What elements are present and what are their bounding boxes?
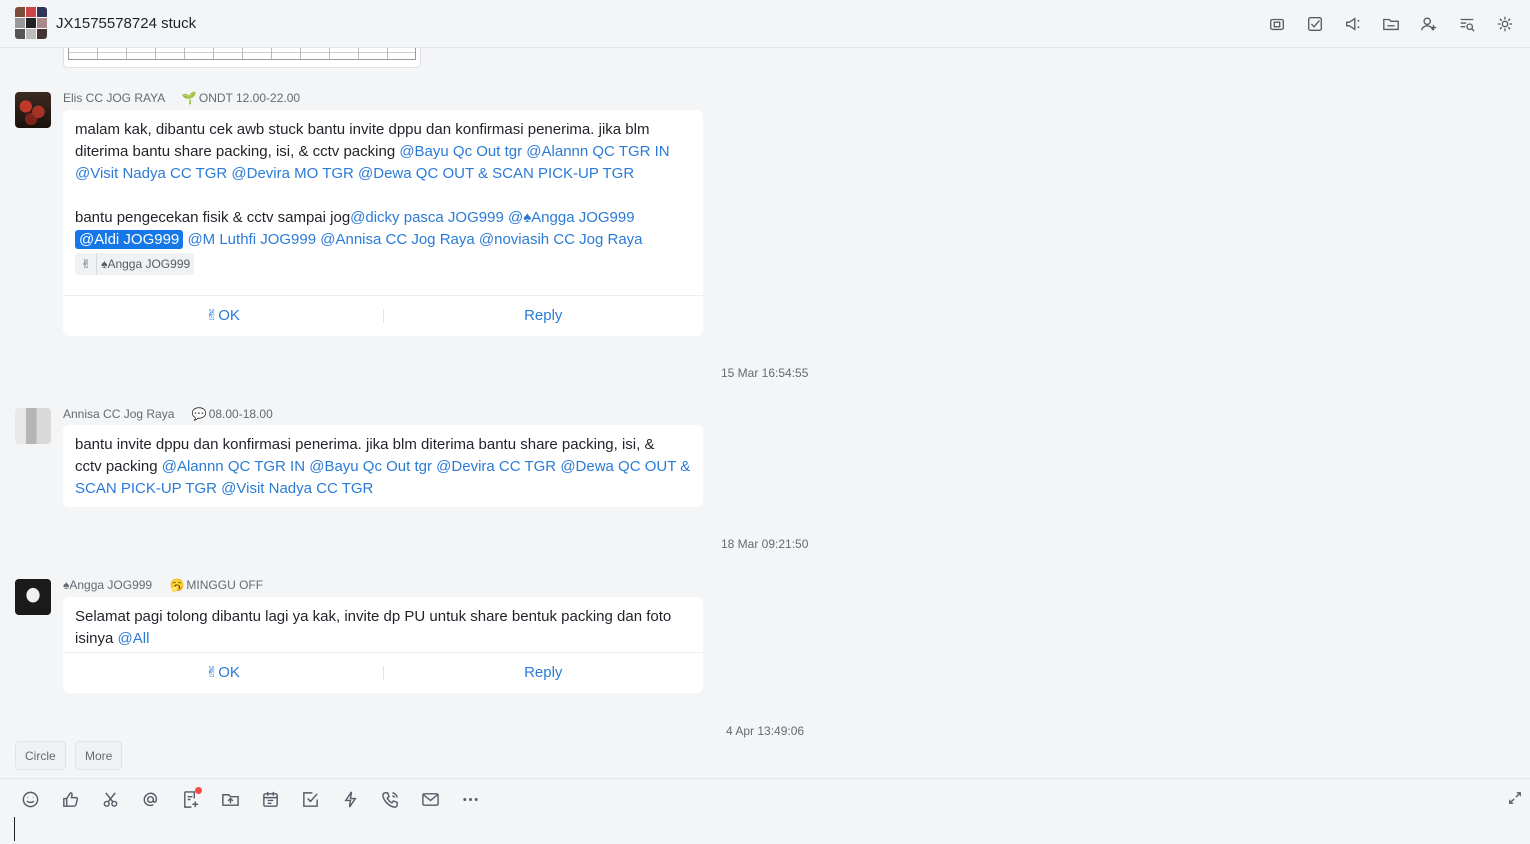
message-bubble[interactable]: malam kak, dibantu cek awb stuck bantu i…: [63, 110, 703, 336]
mention[interactable]: @Alannn QC TGR IN: [162, 458, 305, 475]
mention[interactable]: @♠Angga JOG999: [508, 209, 635, 226]
mention[interactable]: @Visit Nadya CC TGR: [75, 165, 227, 182]
message-actions: ✌OK Reply: [63, 652, 703, 693]
more-button[interactable]: More: [75, 741, 123, 770]
sender-name: Annisa CC Jog Raya 💬 08.00-18.00: [63, 407, 273, 421]
victory-hand-icon: ✌: [79, 253, 98, 275]
text-line: malam kak, dibantu cek awb stuck bantu i…: [75, 121, 650, 138]
mention[interactable]: @Dewa QC OUT &: [560, 458, 690, 475]
folder-icon[interactable]: [1372, 12, 1410, 36]
more-icon[interactable]: [450, 787, 490, 811]
sender-label[interactable]: Annisa CC Jog Raya: [63, 407, 174, 421]
reply-button[interactable]: Reply: [384, 662, 704, 684]
status-badge: 🌱 ONDT 12.00-22.00: [182, 91, 300, 105]
task-check-icon[interactable]: [290, 787, 330, 811]
ok-button[interactable]: ✌OK: [63, 305, 383, 327]
mention[interactable]: @Dewa QC OUT & SCAN PICK-UP TGR: [358, 165, 634, 182]
mention[interactable]: @Devira MO TGR: [231, 165, 353, 182]
sender-name: Elis CC JOG RAYA 🌱 ONDT 12.00-22.00: [63, 91, 300, 105]
timestamp: 4 Apr 13:49:06: [726, 724, 805, 738]
message-actions: ✌OK Reply: [63, 295, 703, 336]
mention[interactable]: @Bayu Qc Out tgr: [399, 143, 522, 160]
settings-icon[interactable]: [1486, 12, 1524, 36]
doc-icon[interactable]: [170, 787, 210, 811]
status-text: ONDT 12.00-22.00: [198, 91, 301, 105]
timestamp: 18 Mar 09:21:50: [721, 537, 809, 551]
message-bubble[interactable]: bantu invite dppu dan konfirmasi penerim…: [63, 425, 703, 507]
status-text: MINGGU OFF: [186, 578, 264, 592]
calendar-icon[interactable]: [250, 787, 290, 811]
avatar[interactable]: [15, 92, 51, 128]
circle-button[interactable]: Circle: [15, 741, 66, 770]
text-line: diterima bantu share packing, isi, & cct…: [75, 143, 400, 160]
message-text: malam kak, dibantu cek awb stuck bantu i…: [63, 110, 703, 251]
speech-bubble-icon: 💬: [191, 407, 207, 421]
lightning-icon[interactable]: [330, 787, 370, 811]
status-badge: 💬 08.00-18.00: [192, 407, 273, 421]
mention[interactable]: @dicky pasca JOG999: [350, 209, 504, 226]
message-input[interactable]: [14, 817, 1504, 841]
like-icon[interactable]: [50, 787, 90, 811]
sender-label[interactable]: ♠Angga JOG999: [63, 578, 152, 592]
ok-button[interactable]: ✌OK: [63, 662, 383, 684]
message-list[interactable]: Elis CC JOG RAYA 🌱 ONDT 12.00-22.00 malam…: [0, 48, 1530, 778]
mention[interactable]: @Bayu Qc Out tgr: [309, 458, 432, 475]
search-history-icon[interactable]: [1448, 12, 1486, 36]
mention[interactable]: @Alannn QC TGR IN: [526, 143, 669, 160]
upload-icon[interactable]: [210, 787, 250, 811]
mail-icon[interactable]: [410, 787, 450, 811]
message-bubble[interactable]: Selamat pagi tolong dibantu lagi ya kak,…: [63, 597, 703, 693]
mention[interactable]: @M Luthfi JOG999: [187, 231, 316, 248]
composer-toolbar: [10, 787, 490, 811]
text-line: Selamat pagi tolong dibantu lagi ya kak,…: [75, 608, 672, 625]
emoji-icon[interactable]: [10, 787, 50, 811]
timestamp: 15 Mar 16:54:55: [721, 366, 809, 380]
avatar[interactable]: [15, 579, 51, 615]
sender-name: ♠Angga JOG999 🥱 MINGGU OFF: [63, 578, 263, 592]
reaction-user: ♠Angga JOG999: [101, 257, 191, 271]
mention-highlighted[interactable]: @Aldi JOG999: [75, 230, 184, 249]
reaction-chip[interactable]: ✌ ♠Angga JOG999: [75, 253, 195, 275]
chat-title[interactable]: JX1575578724 stuck: [56, 15, 196, 32]
mention[interactable]: SCAN PICK-UP TGR: [75, 480, 217, 497]
sender-label[interactable]: Elis CC JOG RAYA: [63, 91, 165, 105]
message-text: Selamat pagi tolong dibantu lagi ya kak,…: [63, 597, 703, 650]
message-text: bantu invite dppu dan konfirmasi penerim…: [63, 425, 703, 500]
status-badge: 🥱 MINGGU OFF: [169, 578, 263, 592]
reply-button[interactable]: Reply: [384, 305, 704, 327]
expand-icon[interactable]: [1508, 791, 1526, 809]
mention[interactable]: @Annisa CC Jog Raya: [320, 231, 474, 248]
text-line: cctv packing: [75, 458, 162, 475]
text-line: bantu pengecekan fisik & cctv sampai jog: [75, 209, 351, 226]
image-thumbnail[interactable]: [63, 48, 421, 68]
mention[interactable]: @Visit Nadya CC TGR: [221, 480, 373, 497]
group-avatar[interactable]: [15, 7, 47, 39]
mention[interactable]: @Devira CC TGR: [436, 458, 556, 475]
header-toolbar: [1258, 12, 1524, 36]
avatar[interactable]: [15, 408, 51, 444]
sprout-icon: 🌱: [181, 91, 197, 105]
add-member-icon[interactable]: [1410, 12, 1448, 36]
mention-icon[interactable]: [130, 787, 170, 811]
chat-header: JX1575578724 stuck: [0, 0, 1530, 48]
composer: [0, 778, 1530, 844]
mention[interactable]: @All: [118, 630, 150, 647]
text-line: isinya: [75, 630, 118, 647]
scissors-icon[interactable]: [90, 787, 130, 811]
notification-dot: [195, 787, 202, 794]
phone-icon[interactable]: [370, 787, 410, 811]
task-icon[interactable]: [1296, 12, 1334, 36]
mention[interactable]: @noviasih CC Jog Raya: [479, 231, 643, 248]
announcement-icon[interactable]: [1334, 12, 1372, 36]
text-line: bantu invite dppu dan konfirmasi penerim…: [75, 436, 655, 453]
video-call-icon[interactable]: [1258, 12, 1296, 36]
yawning-face-icon: 🥱: [169, 578, 185, 592]
status-text: 08.00-18.00: [208, 407, 273, 421]
